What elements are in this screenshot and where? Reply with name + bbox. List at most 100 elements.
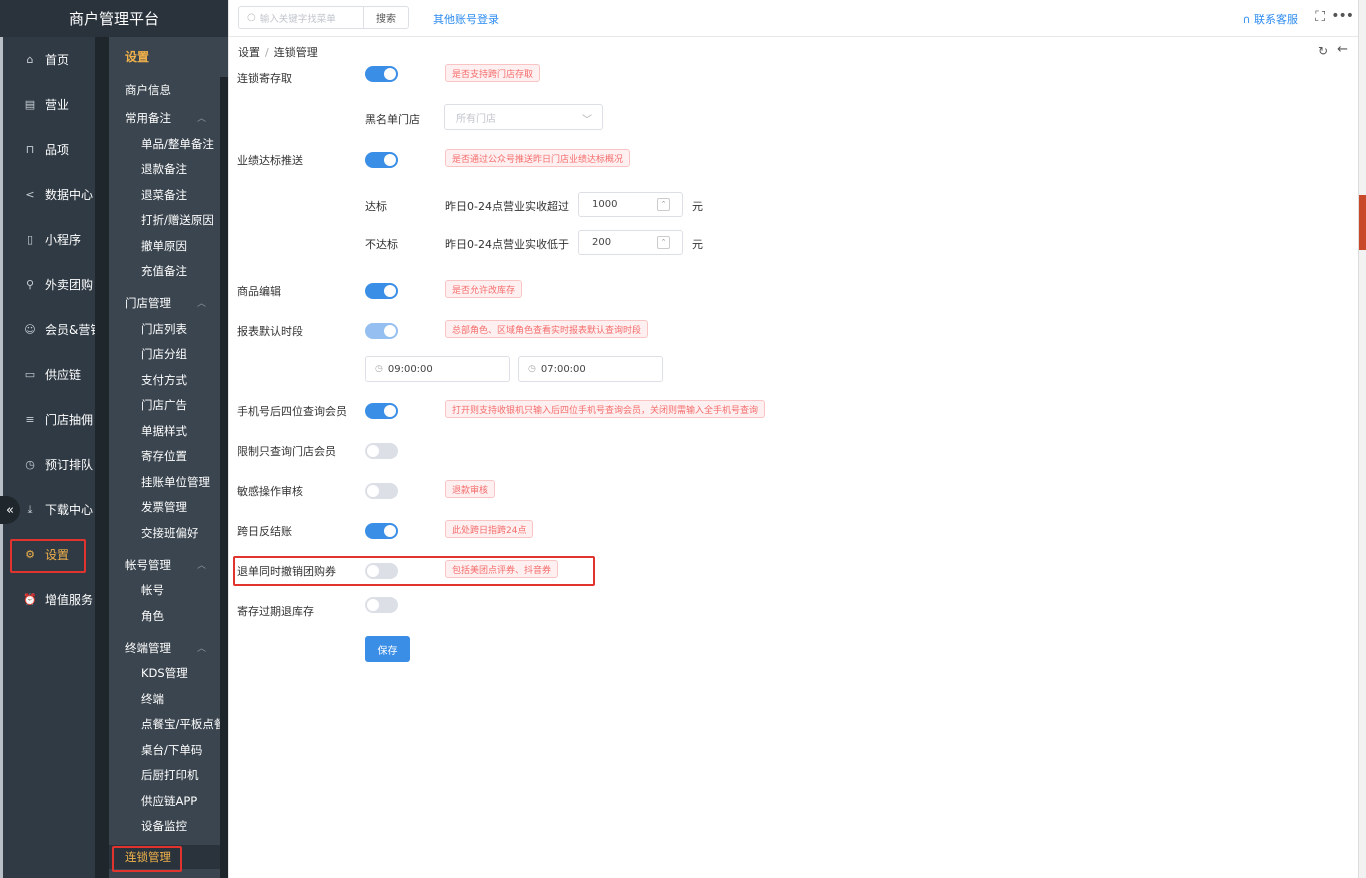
sub-item[interactable]: 后厨打印机 <box>109 763 228 789</box>
sub-item-chain-management[interactable]: 连锁管理 <box>109 845 220 872</box>
headset-icon: ∩ <box>1242 13 1254 26</box>
not-reach-label: 不达标 <box>365 238 398 251</box>
main-menu-label: 品项 <box>45 143 70 157</box>
sub-item[interactable]: KDS管理 <box>109 661 228 687</box>
sub-item[interactable]: 点餐宝/平板点餐 <box>109 712 228 738</box>
alarm-icon: ⏰ <box>23 593 37 606</box>
main-menu-item-5[interactable]: ⚲ 外卖团购 <box>3 262 108 307</box>
main-menu-item-8[interactable]: ≡ 门店抽佣 <box>3 397 108 442</box>
sub-item[interactable]: 交接班偏好 <box>109 520 228 546</box>
breadcrumb-root[interactable]: 设置 <box>238 46 260 59</box>
stepper-icon[interactable]: ⌃ <box>657 198 670 211</box>
double-chevron-left-icon: « <box>6 502 14 518</box>
fullscreen-icon[interactable]: ⛶ <box>1315 9 1325 25</box>
main-menu-item-1[interactable]: ▤ 营业 <box>3 82 108 127</box>
blacklist-label: 黑名单门店 <box>365 113 420 126</box>
report-end-time-input[interactable]: ◷ 07:00:00 <box>518 356 663 382</box>
sub-item[interactable]: 撤单原因 <box>109 233 228 259</box>
report-period-label: 报表默认时段 <box>237 325 303 338</box>
main-menu-item-2[interactable]: ⊓ 品项 <box>3 127 108 172</box>
sub-sidebar-title: 设置 <box>125 49 150 64</box>
sub-item[interactable]: 单品/整单备注 <box>109 131 228 157</box>
sub-group-0[interactable]: 常用备注 ︿ <box>109 105 228 131</box>
sub-group-2[interactable]: 帐号管理 ︿ <box>109 552 228 578</box>
chain-deposit-switch[interactable] <box>365 66 398 82</box>
more-icon[interactable]: ••• <box>1331 8 1354 24</box>
chevron-up-icon: ︿ <box>197 643 207 654</box>
reach-amount-input[interactable]: 1000 ⌃ <box>578 192 683 217</box>
sub-item[interactable]: 单据样式 <box>109 418 228 444</box>
phone-last4-switch[interactable] <box>365 403 398 419</box>
sub-item[interactable]: 退款备注 <box>109 157 228 183</box>
contact-support-link[interactable]: ∩ 联系客服 <box>1242 11 1298 27</box>
report-period-switch[interactable] <box>365 323 398 339</box>
sub-item[interactable]: 设备监控 <box>109 814 228 840</box>
sub-item[interactable]: 退菜备注 <box>109 182 228 208</box>
main-menu-item-11[interactable]: ⚙ 设置 <box>3 532 108 577</box>
main-menu-item-9[interactable]: ◷ 预订排队 <box>3 442 108 487</box>
report-start-time-input[interactable]: ◷ 09:00:00 <box>365 356 510 382</box>
sub-item[interactable]: 帐号 <box>109 578 228 604</box>
sub-group-1[interactable]: 门店管理 ︿ <box>109 290 228 316</box>
gear-icon: ⚙ <box>25 548 35 561</box>
search-button[interactable]: 搜索 <box>363 6 409 29</box>
phone-last4-label: 手机号后四位查询会员 <box>237 405 347 418</box>
sub-item[interactable]: 门店分组 <box>109 342 228 368</box>
sub-group-3[interactable]: 终端管理 ︿ <box>109 635 228 661</box>
back-arrow-icon[interactable]: ← <box>1337 42 1348 57</box>
sub-item[interactable]: 发票管理 <box>109 495 228 521</box>
cross-day-switch[interactable] <box>365 523 398 539</box>
main-menu-item-7[interactable]: ▭ 供应链 <box>3 352 108 397</box>
sub-item[interactable]: 支付方式 <box>109 367 228 393</box>
sub-item[interactable]: 门店广告 <box>109 393 228 419</box>
main-menu-item-3[interactable]: < 数据中心 <box>3 172 108 217</box>
main-menu-label: 营业 <box>45 98 70 112</box>
main-menu-item-0[interactable]: ⌂ 首页 <box>3 37 108 82</box>
reach-desc: 昨日0-24点营业实收超过 <box>445 200 569 213</box>
chevron-up-icon: ︿ <box>197 114 207 124</box>
other-account-login-link[interactable]: 其他账号登录 <box>433 11 499 27</box>
target-push-switch[interactable] <box>365 152 398 168</box>
main-menu-item-6[interactable]: ☺ 会员&营销 <box>3 307 108 352</box>
reach-label: 达标 <box>365 200 387 213</box>
main-menu-label: 数据中心 <box>45 188 94 202</box>
chevron-up-icon: ︿ <box>197 299 207 309</box>
sensitive-audit-tip: 退款审核 <box>445 480 496 498</box>
refund-coupon-switch[interactable] <box>365 563 398 579</box>
main-menu-label: 供应链 <box>45 368 82 382</box>
main-menu-item-12[interactable]: ⏰ 增值服务 <box>3 577 108 622</box>
sidebar-divider <box>95 37 109 878</box>
sub-item[interactable]: 寄存位置 <box>109 444 228 470</box>
save-button[interactable]: 保存 <box>365 636 410 662</box>
main-menu-item-4[interactable]: ▯ 小程序 <box>3 217 108 262</box>
stepper-icon[interactable]: ⌃ <box>657 236 670 249</box>
not-reach-amount-input[interactable]: 200 ⌃ <box>578 230 683 255</box>
target-push-label: 业绩达标推送 <box>237 154 303 167</box>
sub-item[interactable]: 门店列表 <box>109 316 228 342</box>
sub-group-label: 门店管理 <box>125 296 171 310</box>
report-period-tip: 总部角色、区域角色查看实时报表默认查询时段 <box>445 320 649 338</box>
sensitive-audit-switch[interactable] <box>365 483 398 499</box>
share-icon: < <box>25 188 35 201</box>
brand-title: 商户管理平台 <box>0 0 228 37</box>
sub-item[interactable]: 挂账单位管理 <box>109 469 228 495</box>
refresh-icon[interactable]: ↻ <box>1318 44 1328 58</box>
chain-deposit-label: 连锁寄存取 <box>237 72 292 85</box>
sub-item[interactable]: 终端 <box>109 686 228 712</box>
top-bar: ○ 输入关键字找菜单 搜索 其他账号登录 ∩ 联系客服 ⛶ ••• <box>229 0 1359 37</box>
blacklist-store-select[interactable]: 所有门店 ﹀ <box>444 104 603 130</box>
goods-edit-switch[interactable] <box>365 283 398 299</box>
sub-item-merchant-info[interactable]: 商户信息 <box>109 75 228 105</box>
limit-store-member-switch[interactable] <box>365 443 398 459</box>
sub-item[interactable]: 供应链APP <box>109 788 228 814</box>
sub-item[interactable]: 角色 <box>109 603 228 629</box>
main-menu-label: 会员&营销 <box>45 323 103 337</box>
sub-item[interactable]: 桌台/下单码 <box>109 737 228 763</box>
sub-sidebar-scrollbar[interactable] <box>220 77 228 878</box>
menu-search-input[interactable]: ○ 输入关键字找菜单 <box>238 6 364 29</box>
sub-item[interactable]: 打折/赠送原因 <box>109 208 228 234</box>
not-reach-unit: 元 <box>692 238 703 251</box>
main-menu-label: 门店抽佣 <box>45 413 94 427</box>
deposit-expire-switch[interactable] <box>365 597 398 613</box>
sub-item[interactable]: 充值备注 <box>109 259 228 285</box>
